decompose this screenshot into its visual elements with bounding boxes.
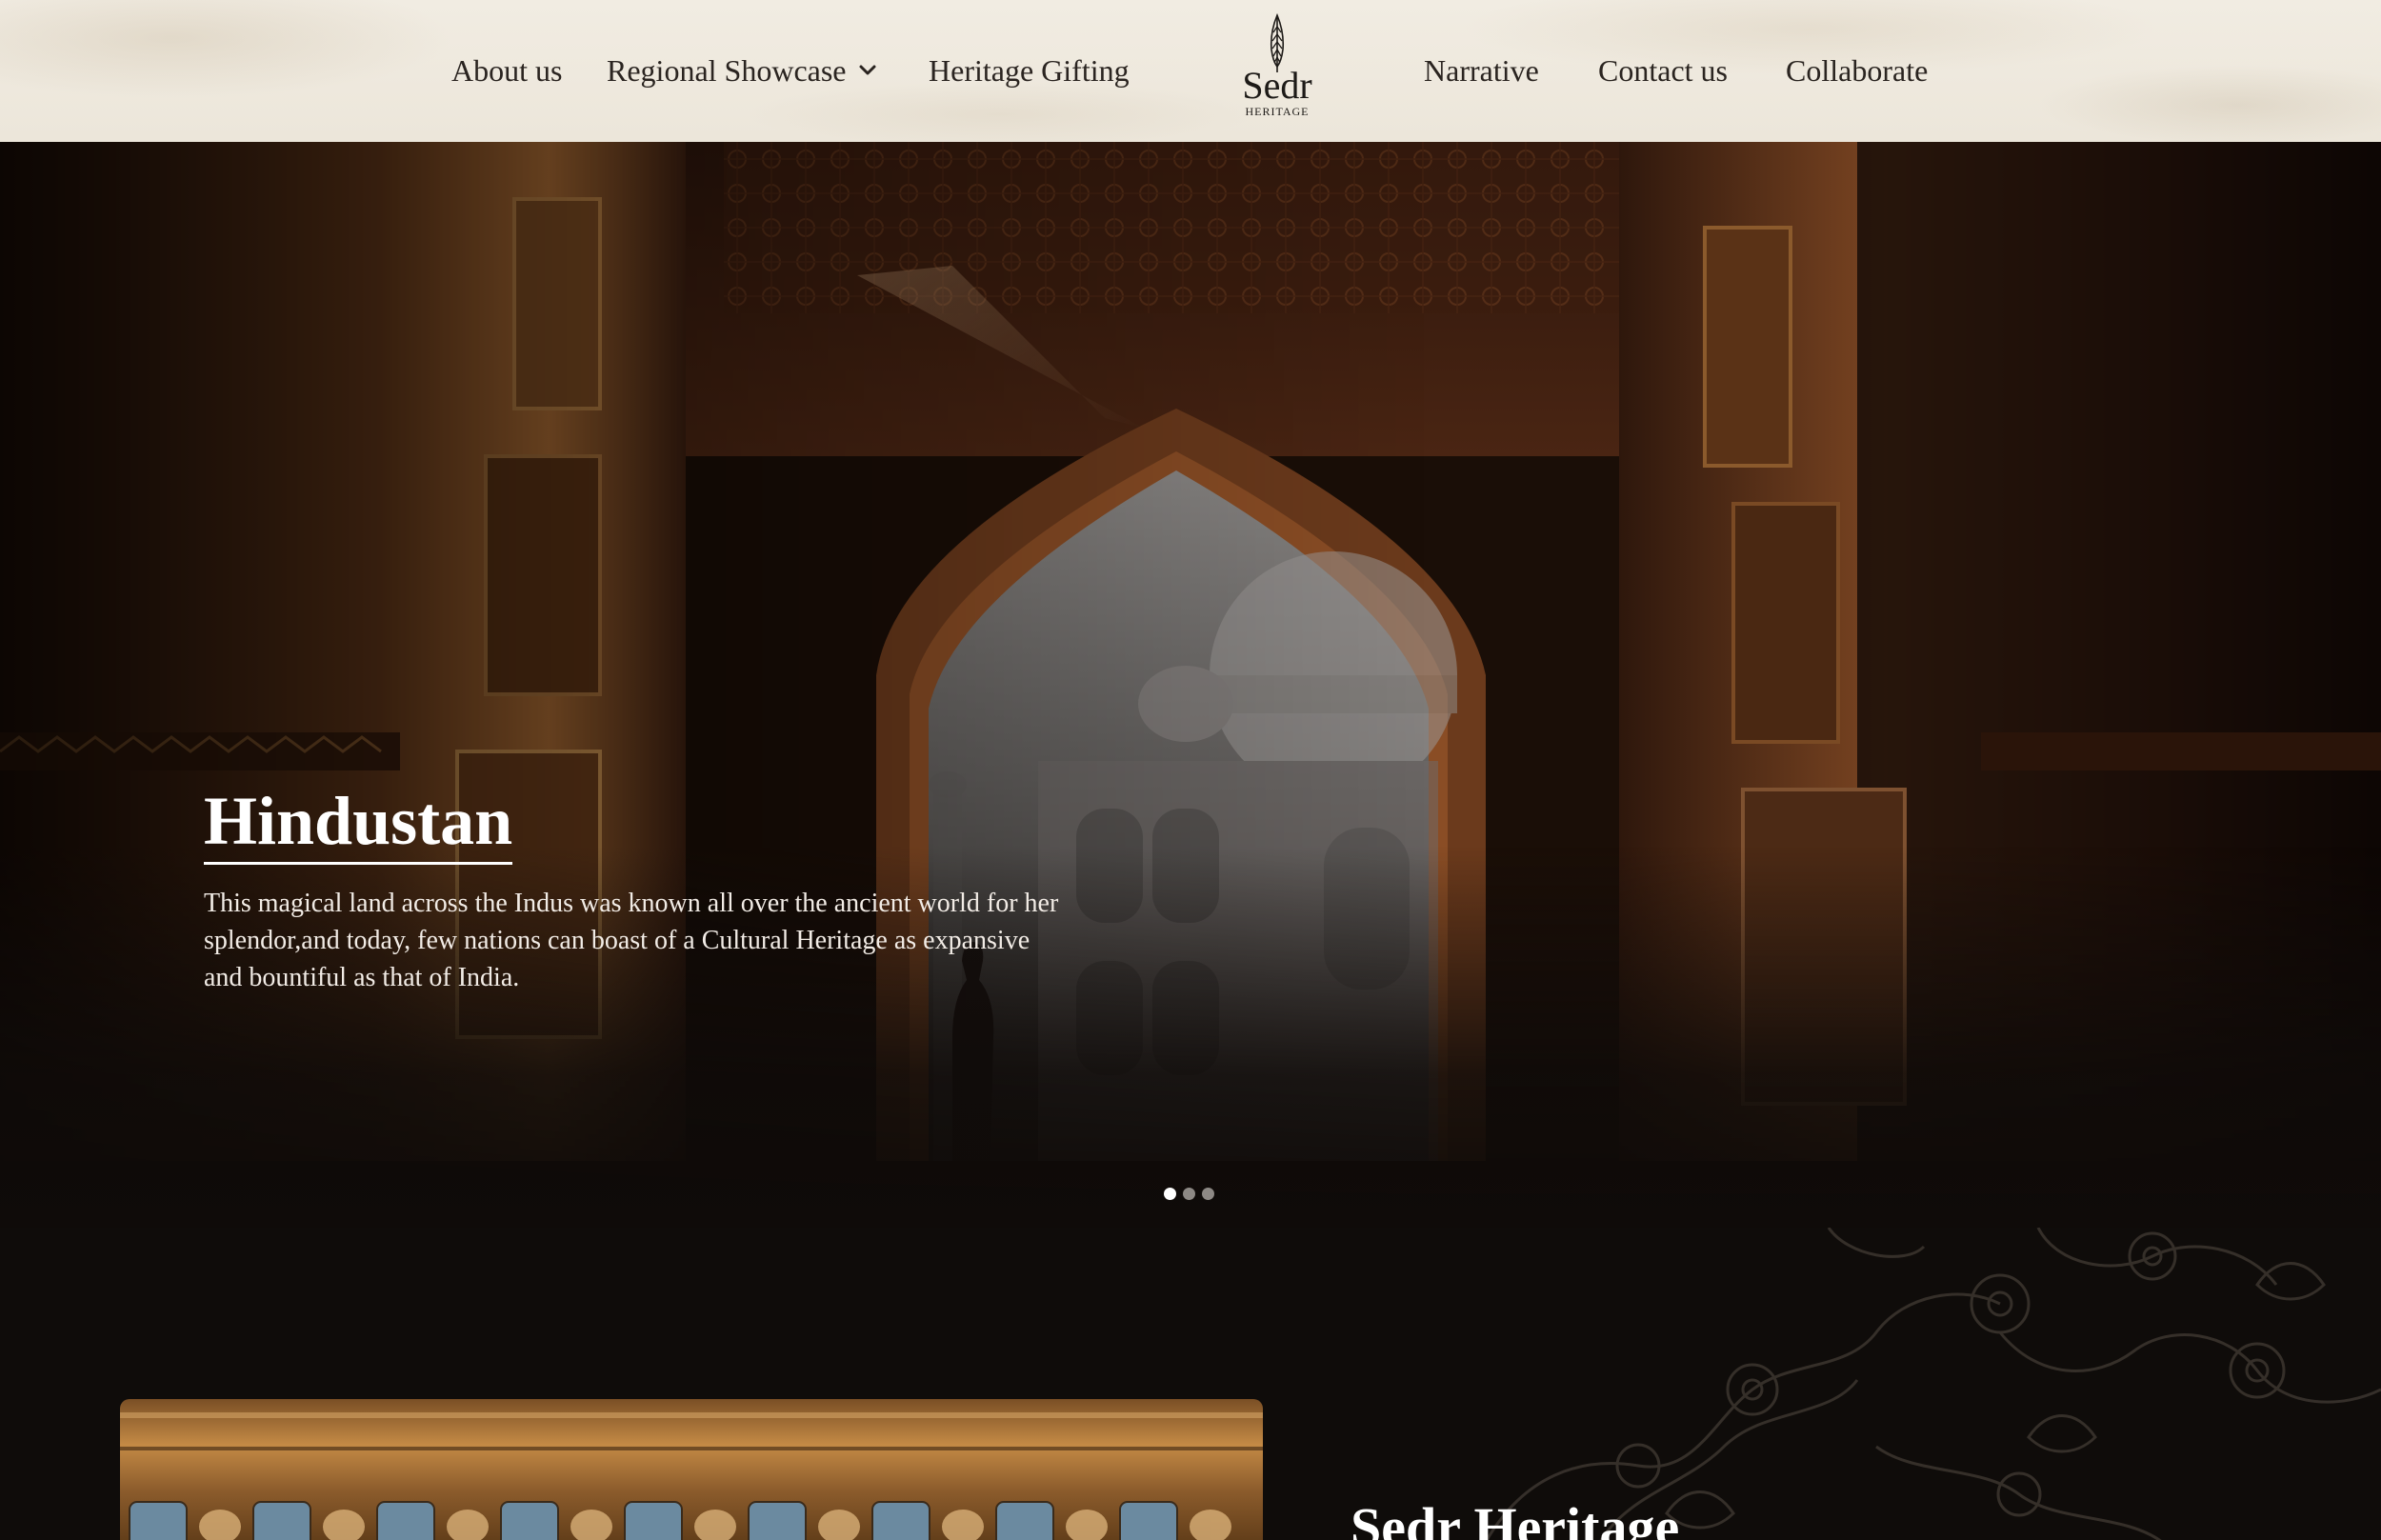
nav-contact-us[interactable]: Contact us xyxy=(1598,50,1728,91)
nav-regional-showcase[interactable]: Regional Showcase xyxy=(607,50,847,91)
hero-title: Hindustan xyxy=(204,780,513,865)
slider-dot-1-active[interactable] xyxy=(1164,1188,1176,1200)
hero-slider: Hindustan This magical land across the I… xyxy=(0,142,2381,1228)
nav-collaborate[interactable]: Collaborate xyxy=(1786,50,1928,91)
slider-dot-2[interactable] xyxy=(1183,1188,1195,1200)
nav-heritage-gifting[interactable]: Heritage Gifting xyxy=(929,50,1130,91)
site-header: About us Regional Showcase Heritage Gift… xyxy=(0,0,2381,142)
logo-subtitle: HERITAGE xyxy=(1245,105,1310,118)
hero-description: This magical land across the Indus was k… xyxy=(204,889,1059,992)
floral-pattern-decoration xyxy=(1485,1228,2381,1540)
logo[interactable]: Sedr HERITAGE xyxy=(1238,13,1316,131)
heritage-painting-image xyxy=(120,1399,1263,1540)
logo-wordmark: Sedr xyxy=(1242,64,1312,107)
nav-narrative[interactable]: Narrative xyxy=(1424,50,1539,91)
chevron-down-icon[interactable] xyxy=(854,57,881,84)
nav-about-us[interactable]: About us xyxy=(451,50,562,91)
intro-title: Sedr Heritage xyxy=(1351,1496,1680,1540)
slider-dot-3[interactable] xyxy=(1202,1188,1214,1200)
hero-background-image xyxy=(0,142,2381,1228)
intro-section: Sedr Heritage xyxy=(0,1228,2381,1540)
